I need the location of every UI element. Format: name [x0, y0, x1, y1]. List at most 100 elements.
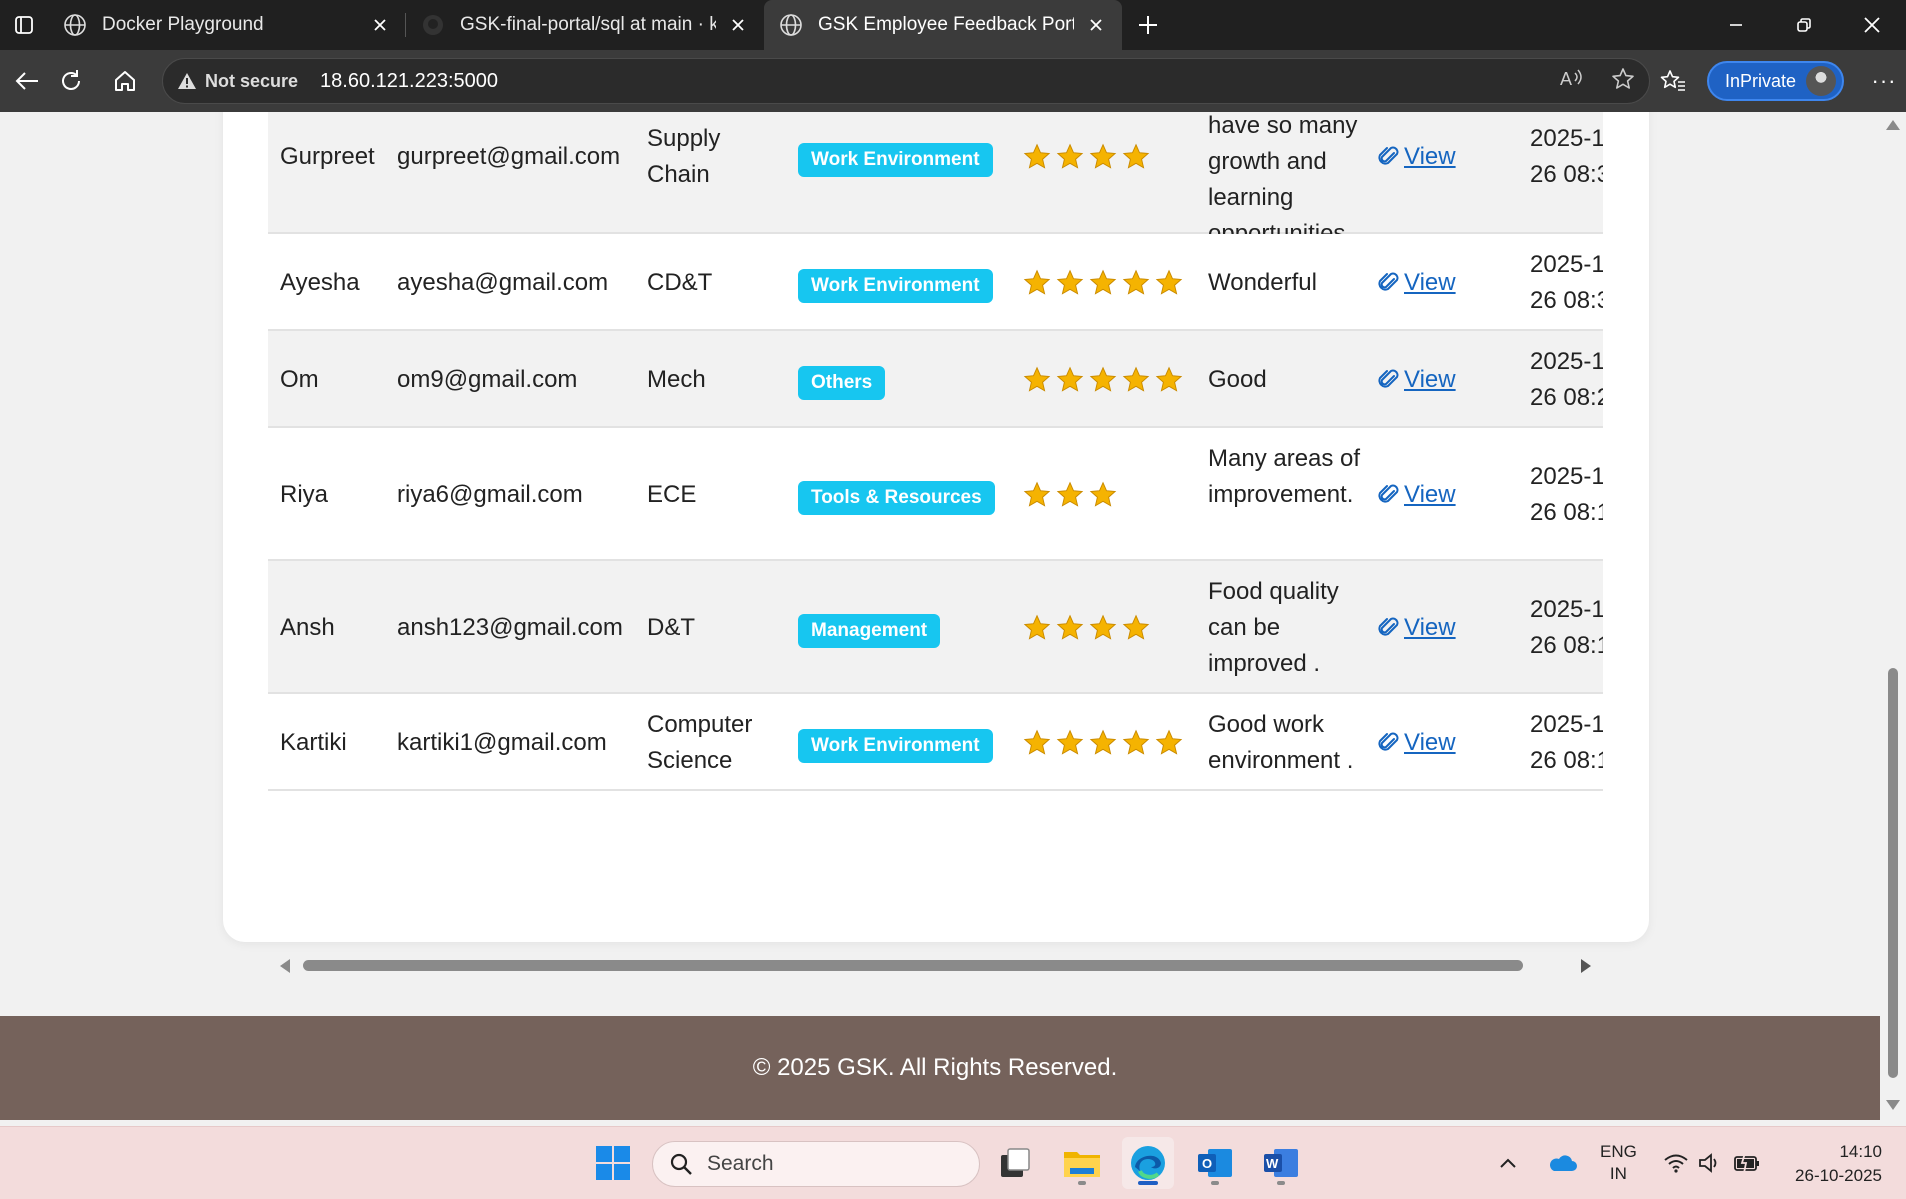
tab-feedback-portal[interactable]: GSK Employee Feedback Portal	[764, 0, 1122, 50]
scrollbar-thumb[interactable]	[1888, 668, 1898, 1078]
more-options-icon[interactable]: ···	[1862, 68, 1906, 94]
attachment-view-link[interactable]: View	[1378, 725, 1456, 761]
rating-stars	[1023, 366, 1183, 394]
star-icon	[1056, 269, 1084, 297]
new-tab-icon[interactable]	[1122, 0, 1174, 50]
cell-date: 2025-1 26 08:2	[1530, 347, 1603, 411]
attachment-view-link[interactable]: View	[1378, 265, 1456, 301]
page-viewport: Gurpreet gurpreet@gmail.com Supply Chain Wo…	[0, 112, 1880, 1120]
paperclip-icon	[1378, 369, 1399, 388]
table-row: Om om9@gmail.com Mech Others Good View 2025-1 …	[268, 331, 1603, 428]
cell-department: Computer Science	[647, 710, 753, 774]
view-link-label[interactable]: View	[1404, 139, 1456, 175]
category-label: Work Environment	[798, 268, 993, 303]
table-row: Kartiki kartiki1@gmail.com Computer Scienc…	[268, 694, 1603, 791]
view-link-label[interactable]: View	[1404, 362, 1456, 398]
volume-icon[interactable]	[1692, 1137, 1728, 1189]
word-icon[interactable]: W	[1255, 1137, 1307, 1189]
security-indicator[interactable]: Not secure	[177, 71, 298, 92]
star-icon	[1056, 143, 1084, 171]
taskbar-search[interactable]: Search	[652, 1141, 980, 1187]
star-icon	[1056, 366, 1084, 394]
close-icon[interactable]	[1084, 13, 1108, 37]
attachment-view-link[interactable]: View	[1378, 139, 1456, 175]
attachment-view-link[interactable]: View	[1378, 477, 1456, 513]
system-clock[interactable]: 14:10 26-10-2025	[1782, 1140, 1882, 1188]
star-icon	[1023, 366, 1051, 394]
view-link-label[interactable]: View	[1404, 610, 1456, 646]
language-code: ENG	[1600, 1142, 1637, 1161]
tab-docker-playground[interactable]: Docker Playground	[48, 0, 406, 50]
wifi-icon[interactable]	[1658, 1137, 1694, 1189]
close-icon[interactable]	[726, 13, 750, 37]
attachment-view-link[interactable]: View	[1378, 362, 1456, 398]
home-icon[interactable]	[98, 56, 152, 106]
minimize-icon[interactable]	[1702, 0, 1770, 50]
close-icon[interactable]	[368, 13, 392, 37]
category-label: Work Environment	[798, 728, 993, 763]
scroll-up-icon[interactable]	[1886, 120, 1900, 130]
cell-department: Mech	[647, 365, 706, 393]
edge-icon[interactable]	[1122, 1137, 1174, 1189]
star-icon	[1089, 481, 1117, 509]
view-link-label[interactable]: View	[1404, 265, 1456, 301]
feedback-table: Gurpreet gurpreet@gmail.com Supply Chain Wo…	[268, 112, 1603, 822]
scroll-left-icon[interactable]	[280, 959, 290, 973]
language-indicator[interactable]: ENG IN	[1600, 1141, 1637, 1185]
chevron-up-icon[interactable]	[1488, 1137, 1528, 1189]
onedrive-icon[interactable]	[1540, 1137, 1584, 1189]
restore-icon[interactable]	[1770, 0, 1838, 50]
running-indicator	[1078, 1181, 1086, 1185]
refresh-icon[interactable]	[44, 56, 98, 106]
tab-actions-icon[interactable]	[0, 0, 48, 50]
star-icon	[1089, 614, 1117, 642]
tab-title: Docker Playground	[102, 14, 264, 35]
star-icon	[1122, 614, 1150, 642]
scrollbar-thumb[interactable]	[303, 960, 1523, 971]
scroll-down-icon[interactable]	[1886, 1100, 1900, 1110]
star-icon	[1023, 269, 1051, 297]
running-indicator	[1211, 1181, 1219, 1185]
battery-icon[interactable]	[1728, 1137, 1766, 1189]
feedback-table-card: Gurpreet gurpreet@gmail.com Supply Chain Wo…	[223, 112, 1649, 973]
close-window-icon[interactable]	[1838, 0, 1906, 50]
scroll-right-icon[interactable]	[1581, 959, 1591, 973]
attachment-view-link[interactable]: View	[1378, 610, 1456, 646]
star-icon	[1089, 269, 1117, 297]
windows-start-icon[interactable]	[587, 1137, 639, 1189]
cell-department: Supply Chain	[647, 125, 721, 188]
paperclip-icon	[1378, 732, 1399, 751]
outlook-icon[interactable]: O	[1189, 1137, 1241, 1189]
rating-stars	[1023, 729, 1183, 757]
star-icon	[1155, 366, 1183, 394]
inprivate-button[interactable]: InPrivate	[1706, 61, 1844, 101]
horizontal-scrollbar[interactable]	[268, 952, 1603, 978]
read-aloud-icon[interactable]: A	[1559, 67, 1585, 96]
address-bar[interactable]: Not secure 18.60.121.223:5000 A	[162, 58, 1650, 104]
favorite-star-icon[interactable]	[1611, 67, 1635, 96]
cell-email: ayesha@gmail.com	[397, 268, 609, 296]
cell-comment: Good	[1208, 365, 1267, 393]
file-explorer-icon[interactable]	[1056, 1137, 1108, 1189]
cell-name: Riya	[280, 480, 329, 508]
cell-comment: Food quality can be improved .	[1208, 577, 1339, 677]
category-label: Work Environment	[798, 143, 993, 177]
url-text[interactable]: 18.60.121.223:5000	[320, 70, 498, 93]
category-badge: Tools & Resources	[798, 478, 995, 515]
rating-stars	[1023, 269, 1183, 297]
cell-department: CD&T	[647, 268, 713, 296]
favorites-icon[interactable]	[1653, 69, 1693, 93]
vertical-scrollbar[interactable]	[1880, 112, 1906, 1120]
star-icon	[1023, 614, 1051, 642]
star-icon	[1056, 481, 1084, 509]
task-view-icon[interactable]	[989, 1137, 1041, 1189]
search-placeholder: Search	[707, 1152, 774, 1175]
view-link-label[interactable]: View	[1404, 477, 1456, 513]
tab-github[interactable]: GSK-final-portal/sql at main · kart	[406, 0, 764, 50]
active-indicator	[1138, 1181, 1158, 1185]
cell-comment: Wonderful	[1208, 268, 1317, 296]
cell-comment: environment, have so many growth and lea…	[1208, 112, 1358, 247]
star-icon	[1023, 729, 1051, 757]
view-link-label[interactable]: View	[1404, 725, 1456, 761]
cell-email: kartiki1@gmail.com	[397, 728, 607, 756]
